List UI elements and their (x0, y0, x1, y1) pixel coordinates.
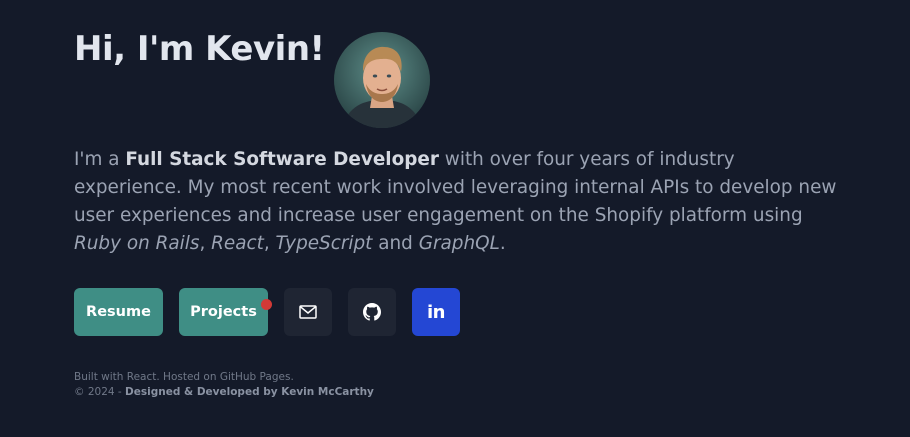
footer: Built with React. Hosted on GitHub Pages… (74, 370, 374, 400)
tech-ruby-on-rails: Ruby on Rails (74, 233, 200, 254)
intro-role: Full Stack Software Developer (125, 149, 439, 170)
mail-icon (299, 305, 317, 319)
resume-button-label: Resume (86, 304, 151, 320)
portfolio-page: Hi, I'm Kevin! I'm a Full Stack Software… (0, 0, 910, 437)
footer-copyright: © 2024 - Designed & Developed by Kevin M… (74, 385, 374, 400)
intro-separator: , (263, 233, 276, 254)
notification-dot (261, 299, 272, 310)
projects-button-label: Projects (190, 304, 257, 320)
footer-built-with: Built with React. Hosted on GitHub Pages… (74, 371, 294, 383)
intro-separator: , (199, 233, 212, 254)
linkedin-icon: in (427, 301, 445, 323)
resume-button[interactable]: Resume (74, 288, 163, 336)
intro-end: . (499, 233, 506, 254)
tech-react: React (211, 233, 264, 254)
tech-typescript: TypeScript (275, 233, 373, 254)
intro-prefix: I'm a (74, 149, 126, 170)
copyright-text: © 2024 - (74, 386, 126, 398)
avatar (334, 32, 430, 128)
projects-button[interactable]: Projects (179, 288, 272, 336)
github-button[interactable] (348, 288, 396, 336)
intro-paragraph: I'm a Full Stack Software Developer with… (74, 146, 844, 258)
page-title: Hi, I'm Kevin! (74, 29, 325, 69)
intro-separator: and (372, 233, 419, 254)
email-button[interactable] (284, 288, 332, 336)
footer-credit: Designed & Developed by Kevin McCarthy (125, 386, 374, 398)
github-icon (363, 303, 381, 321)
linkedin-button[interactable]: in (412, 288, 460, 336)
tech-graphql: GraphQL (418, 233, 500, 254)
